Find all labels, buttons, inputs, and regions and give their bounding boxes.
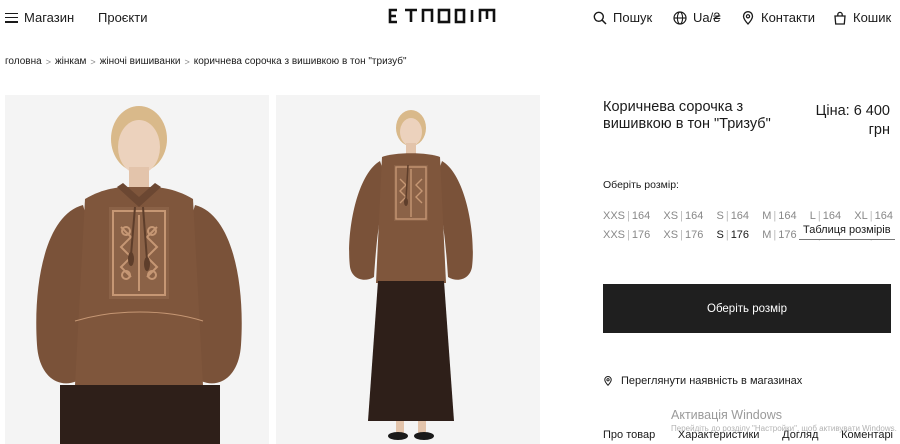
search-label: Пошук — [613, 10, 653, 25]
breadcrumb-current: коричнева сорочка з вишивкою в тон "триз… — [193, 56, 407, 67]
shop-menu-button[interactable]: Магазин — [5, 10, 74, 25]
breadcrumb-separator: > — [45, 56, 51, 67]
breadcrumb: головна > жінкам > жіночі вишиванки > ко… — [5, 56, 407, 67]
breadcrumb-home[interactable]: головна — [5, 56, 42, 67]
tab-comments[interactable]: Коментарі — [841, 429, 893, 441]
size-code: XL — [854, 210, 868, 222]
size-option[interactable]: XS | 176 — [663, 229, 703, 241]
size-code: S — [716, 229, 724, 241]
size-divider: | — [680, 210, 683, 222]
size-code: XXS — [603, 229, 626, 241]
globe-icon — [673, 10, 687, 25]
size-height: 176 — [730, 229, 750, 241]
menu-icon — [5, 12, 18, 23]
size-divider: | — [627, 210, 630, 222]
projects-label: Проєкти — [98, 10, 148, 25]
size-select-label: Оберіть розмір: — [603, 179, 679, 191]
size-height: 176 — [684, 229, 704, 241]
logo-wordmark — [388, 8, 496, 24]
size-options-row-1: XXS | 164 XS | 164 S | 164 M | 164 L | 164 XL | 164 — [603, 210, 893, 222]
size-option[interactable]: XXS | 176 — [603, 229, 650, 241]
size-height: 164 — [631, 210, 651, 222]
product-title: Коричнева сорочка з вишивкою в тон "Триз… — [603, 99, 771, 132]
bag-icon — [834, 11, 846, 25]
product-info-tabs: Про товар Характеристики Догляд Коментар… — [603, 429, 893, 441]
size-height: 176 — [778, 229, 797, 241]
size-option[interactable]: S | 176 — [716, 229, 749, 241]
size-height: 164 — [778, 210, 797, 222]
size-height: 164 — [684, 210, 704, 222]
availability-label: Переглянути наявність в магазинах — [621, 375, 803, 387]
size-option[interactable]: XL | 164 — [854, 210, 893, 222]
language-currency-selector[interactable]: Ua/₴ — [673, 10, 720, 25]
contacts-label: Контакти — [761, 10, 816, 25]
size-code: XXS — [603, 210, 626, 222]
product-photo-full[interactable] — [276, 95, 540, 444]
size-height: 176 — [631, 229, 651, 241]
cart-button[interactable]: Кошик — [833, 10, 891, 25]
size-option[interactable]: XXS | 164 — [603, 210, 650, 222]
size-divider: | — [725, 210, 729, 222]
location-pin-icon — [604, 376, 612, 387]
size-divider: | — [627, 229, 630, 241]
size-code: S — [716, 210, 724, 222]
size-divider: | — [725, 229, 729, 241]
check-store-availability-link[interactable]: Переглянути наявність в магазинах — [603, 375, 802, 387]
product-price: Ціна: 6 400 грн — [806, 102, 890, 140]
size-divider: | — [680, 229, 683, 241]
choose-size-button[interactable]: Оберіть розмір — [603, 284, 891, 333]
contacts-link[interactable]: Контакти — [741, 10, 815, 25]
size-height: 164 — [822, 210, 842, 222]
site-header: Магазин Проєкти Пошук Ua/₴ Контакти Коши… — [0, 0, 900, 36]
cart-label: Кошик — [853, 10, 892, 25]
language-label: Ua/₴ — [693, 10, 721, 25]
size-divider: | — [869, 210, 873, 222]
product-image-closeup — [5, 95, 269, 444]
size-option[interactable]: XS | 164 — [663, 210, 703, 222]
size-code: L — [809, 210, 816, 222]
size-height: 164 — [874, 210, 893, 222]
size-option[interactable]: M | 164 — [762, 210, 796, 222]
size-code: M — [762, 229, 772, 241]
size-code: XS — [663, 210, 679, 222]
projects-link[interactable]: Проєкти — [98, 10, 148, 25]
price-currency: грн — [868, 122, 890, 138]
product-photo-closeup[interactable] — [5, 95, 269, 444]
size-code: M — [762, 210, 772, 222]
breadcrumb-women-vyshyvanky[interactable]: жіночі вишиванки — [100, 56, 181, 67]
search-icon — [593, 11, 607, 25]
shop-menu-label: Магазин — [24, 10, 75, 25]
breadcrumb-separator: > — [90, 56, 96, 67]
size-divider: | — [817, 210, 821, 222]
size-code: XS — [663, 229, 679, 241]
size-option[interactable]: M | 176 — [762, 229, 796, 241]
tab-characteristics[interactable]: Характеристики — [678, 429, 760, 441]
site-logo[interactable] — [388, 7, 510, 29]
search-button[interactable]: Пошук — [593, 10, 652, 25]
size-divider: | — [773, 229, 777, 241]
breadcrumb-women[interactable]: жінкам — [55, 56, 86, 67]
breadcrumb-separator: > — [184, 56, 190, 67]
location-pin-icon — [742, 10, 754, 25]
size-divider: | — [773, 210, 777, 222]
size-option[interactable]: L | 164 — [810, 210, 841, 222]
price-amount: Ціна: 6 400 — [815, 103, 890, 119]
tab-care[interactable]: Догляд — [782, 429, 818, 441]
size-option[interactable]: S | 164 — [716, 210, 749, 222]
windows-activation-watermark: Активація Windows — [671, 408, 782, 422]
product-image-full — [276, 95, 540, 444]
size-height: 164 — [730, 210, 750, 222]
tab-about-product[interactable]: Про товар — [603, 429, 655, 441]
size-chart-link[interactable]: Таблиця розмірів — [799, 224, 895, 240]
